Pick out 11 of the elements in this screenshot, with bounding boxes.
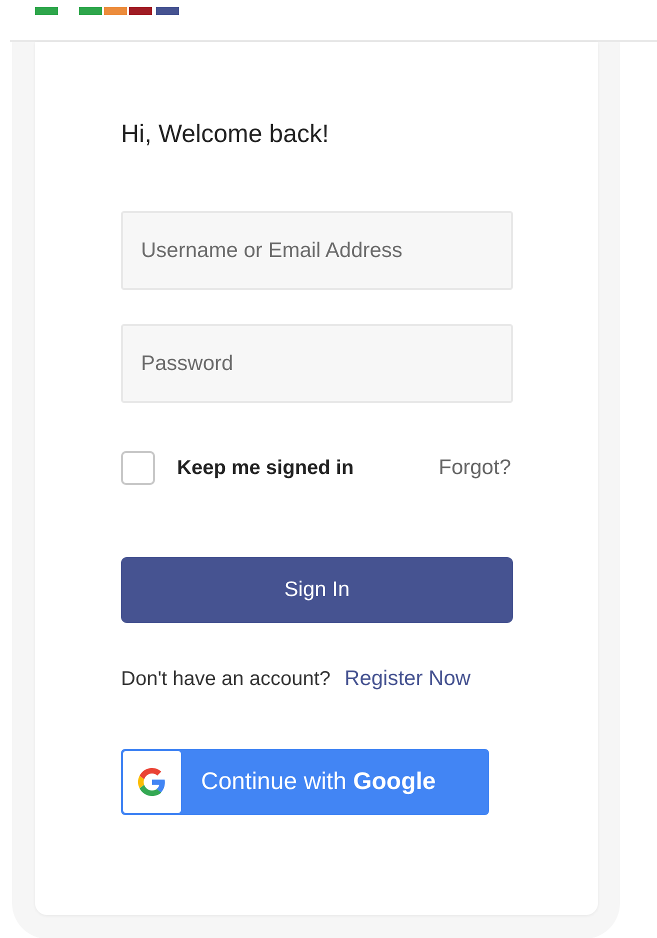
password-field[interactable]: Password: [121, 324, 513, 403]
sign-in-button[interactable]: Sign In: [121, 557, 513, 623]
google-sign-in-button[interactable]: Continue with Google: [121, 749, 489, 815]
remember-checkbox[interactable]: [121, 451, 155, 485]
register-link[interactable]: Register Now: [344, 667, 471, 691]
welcome-heading: Hi, Welcome back!: [121, 120, 330, 149]
google-icon: [138, 768, 166, 796]
register-prompt: Don't have an account?: [121, 668, 331, 690]
forgot-link[interactable]: Forgot?: [438, 456, 511, 480]
remember-label: Keep me signed in: [177, 456, 355, 480]
username-field[interactable]: Username or Email Address: [121, 211, 513, 290]
